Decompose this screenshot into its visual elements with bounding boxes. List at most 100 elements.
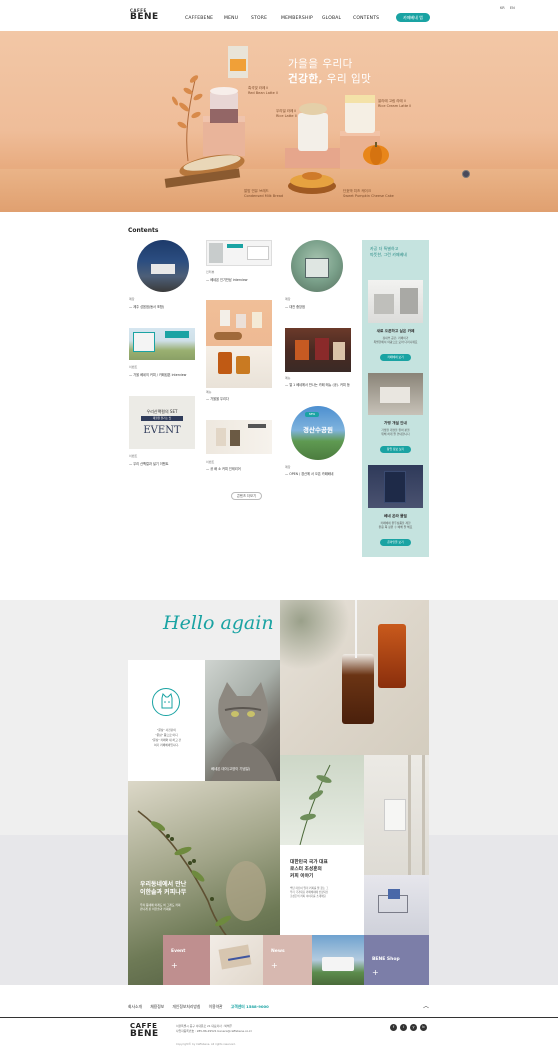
facebook-icon[interactable]: f: [390, 1024, 397, 1031]
interview-badge: [227, 244, 243, 248]
glass-shape: [236, 356, 250, 374]
footer-link-privacy[interactable]: 개인정보처리방침: [172, 1004, 200, 1009]
content-card-image[interactable]: [137, 240, 189, 292]
footer-link-company[interactable]: 회사소개: [128, 1004, 142, 1009]
coffee-tree-title-1: 우리동네에서 만난: [140, 881, 187, 888]
product-label: 우리밀 라떼 ll Rice Latte ll: [276, 109, 297, 119]
more-contents-button[interactable]: 콘텐츠 더보기: [231, 492, 262, 500]
side-coffee-bag-photo[interactable]: [368, 465, 423, 508]
scroll-top-icon[interactable]: ︿: [423, 1001, 429, 1010]
kiosk-illustration: [133, 332, 155, 352]
side-cafe-photo[interactable]: [368, 280, 423, 323]
hero-banner[interactable]: 가을을 우리다 건강한, 우리 입맛 흑석빛 라떼 ll Red Bean Lat…: [0, 31, 558, 212]
lang-en[interactable]: EN: [510, 6, 515, 10]
content-card-category: 이벤트: [129, 454, 138, 458]
iced-coffee-photo-tile[interactable]: [280, 600, 429, 755]
content-card-title[interactable]: — 제주 성읍점(동서 포함): [129, 304, 164, 309]
content-card-title[interactable]: — 열 1 베네에서 만나는 카페 메뉴 (공). 커피 등: [285, 382, 350, 387]
nav-caffebene[interactable]: CAFFEBENE: [185, 16, 213, 21]
hero-title-line2: 건강한, 우리 입맛: [288, 72, 371, 87]
bene-shop-tile-label: BENE Shop: [372, 957, 400, 962]
footer-link-cs[interactable]: 고객센터 1588-9000: [231, 1004, 269, 1009]
side-desk-photo[interactable]: [368, 373, 423, 415]
event-card-big-text: EVENT: [143, 425, 181, 436]
hello-again-title: Hello again: [163, 612, 274, 634]
content-card-image[interactable]: [129, 328, 195, 360]
blog-icon[interactable]: b: [420, 1024, 427, 1031]
app-button[interactable]: 카페베네 앱: [396, 13, 430, 22]
footer-link-terms[interactable]: 이용약관: [209, 1004, 223, 1009]
cat-story-text: "문삼" 사진같이 "문삼" 쯤으로 어디 "문삼" 카페와 새 하고 간 여기…: [128, 728, 205, 748]
product-en: Sweet Pumpkin Cheese Cake: [343, 194, 394, 198]
side-item-desc: 위해 하게 잘 안내합니다: [381, 432, 410, 436]
cup-shape: [252, 312, 262, 328]
roaster-desc-3: 조성훈의 커피 이야기를 소개해요: [290, 895, 326, 898]
drink-shape: [333, 342, 345, 360]
news-tile-label: News: [271, 949, 285, 954]
cafe-interior-shape: [400, 288, 418, 314]
side-item-button[interactable]: 창업 정보 보기: [380, 446, 411, 453]
footer-link-recruit[interactable]: 채용정보: [150, 1004, 164, 1009]
content-card-image[interactable]: [285, 328, 351, 372]
product-box: [388, 889, 400, 899]
bene-shop-tile[interactable]: BENE Shop +: [364, 935, 429, 985]
nav-menu[interactable]: MENU: [224, 16, 238, 21]
footer-logo[interactable]: CAFFE BENE: [130, 1023, 159, 1039]
hero-title-bold: 건강한,: [288, 73, 323, 85]
truck-photo[interactable]: [312, 935, 364, 985]
event-card-middle-text: 제철을 즐기는 맛: [141, 416, 183, 421]
product-en: Rice Cream Latte ll: [378, 104, 412, 108]
side-item-button[interactable]: 카페베네 보기: [380, 354, 411, 361]
content-card-image[interactable]: [206, 300, 272, 388]
instagram-icon[interactable]: i: [400, 1024, 407, 1031]
content-card-image[interactable]: [291, 240, 343, 292]
cat-photo-tile[interactable]: 베네몬 데이(고양이 기념일): [205, 660, 280, 781]
new-badge: NEW: [305, 412, 319, 417]
product-label: 쌀라떼 고림 라떼 ll Rice Cream Latte ll: [378, 99, 411, 109]
product-box: [216, 428, 226, 446]
content-card-category: 이벤트: [129, 365, 138, 369]
nav-store[interactable]: STORE: [251, 16, 267, 21]
content-card-title[interactable]: — 가을을 우리다: [206, 396, 229, 401]
content-card-category: 이벤트: [206, 460, 215, 464]
roaster-title-2: 로스터 조성훈의: [290, 867, 322, 872]
event-card-image[interactable]: 우리산팩컬의 SET 제철을 즐기는 맛 EVENT: [129, 396, 195, 449]
nav-global[interactable]: GLOBAL: [322, 16, 341, 21]
lang-kr[interactable]: KR: [500, 6, 505, 10]
news-tile[interactable]: News +: [263, 935, 312, 985]
content-card-title[interactable]: — 가을 베네의 커피 / 카페컵폰 interview: [129, 372, 186, 377]
cat-icon: [152, 688, 180, 716]
cat-photo-label: 베네몬 데이(고양이 기념일): [211, 767, 251, 771]
roaster-title-3: 커피 이야기: [290, 874, 314, 879]
side-promo-panel: 카공 더 특별하고 따뜻한, 그런 카페베네 새로 오픈하고 싶은 카페 점내부…: [362, 240, 429, 557]
content-card-title[interactable]: — 대전 중앙점: [285, 304, 305, 309]
content-card-image[interactable]: NEW 경산수공원: [291, 406, 345, 460]
plant-photo: [280, 755, 364, 846]
event-tile[interactable]: Event +: [163, 935, 210, 985]
iced-coffee-glass: [378, 624, 406, 688]
content-card-title[interactable]: — 베네몬 인기만남 interview: [206, 277, 248, 282]
slider-pager-dot[interactable]: [462, 170, 470, 178]
footer-copyright: Copyright© by Caffebene. All rights rese…: [176, 1043, 236, 1046]
footer-divider: [0, 1017, 558, 1018]
shop-cart-photo[interactable]: [364, 875, 429, 935]
content-card-image[interactable]: [206, 240, 272, 266]
cat-story-tile[interactable]: "문삼" 사진같이 "문삼" 쯤으로 어디 "문삼" 카페와 새 하고 간 여기…: [128, 660, 205, 781]
content-card-image[interactable]: [206, 420, 272, 454]
roaster-story-tile[interactable]: 대한민국 국가 대표 로스터 조성훈의 커피 이야기 백년 라틴이 멀리 커피를…: [280, 755, 364, 935]
footer-info-line: 사업자등록번호 : 285-86-29521 benecs@caffebene.…: [176, 1029, 252, 1033]
coffee-tree-title-2: 이한솔과 커피나무: [140, 889, 187, 896]
tote-bag-tile[interactable]: [364, 755, 429, 875]
logo[interactable]: CAFFE BENE: [130, 9, 159, 22]
coffee-tree-desc-2: 만나게 된 이한솔과 커피를: [140, 907, 171, 911]
side-item-button[interactable]: 온라인몰 보기: [380, 539, 411, 546]
gift-box-photo[interactable]: [210, 935, 263, 985]
nav-membership[interactable]: MEMBERSHIP: [281, 16, 313, 21]
product-en: Condensed Milk Bread: [244, 194, 284, 198]
content-card-title[interactable]: — 공 배 소 커피 인테리어: [206, 466, 241, 471]
nav-contents[interactable]: CONTENTS: [353, 16, 379, 21]
content-card-title[interactable]: — 우리 산팩컬과 설기 이벤트: [129, 461, 169, 466]
store-facade: [305, 258, 329, 278]
content-card-title[interactable]: — OPEN / 경산에 서 오픈 카페베네: [285, 471, 334, 476]
youtube-icon[interactable]: y: [410, 1024, 417, 1031]
